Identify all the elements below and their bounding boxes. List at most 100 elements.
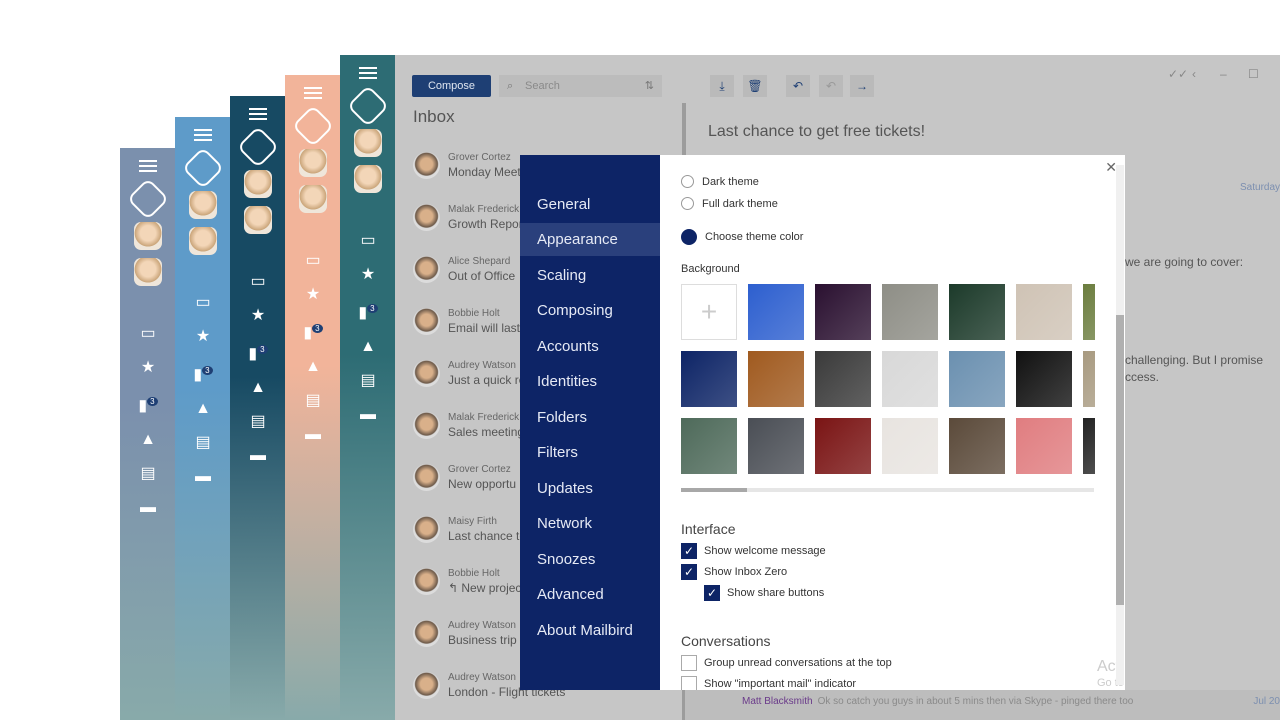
background-tile[interactable] xyxy=(748,284,804,340)
sent-icon[interactable]: ▲ xyxy=(250,380,266,396)
menu-icon[interactable] xyxy=(359,67,377,79)
add-background-button[interactable]: + xyxy=(681,284,737,340)
sent-icon[interactable]: ▲ xyxy=(195,401,211,417)
download-button[interactable]: ⤓ xyxy=(710,75,734,97)
checkbox-option[interactable]: Show "important mail" indicator xyxy=(681,676,856,690)
checkbox[interactable]: ✓ xyxy=(681,564,697,580)
draft-icon[interactable]: ▮ 3 xyxy=(358,301,378,321)
background-tile[interactable] xyxy=(1016,351,1072,407)
radio-full-dark-theme[interactable]: Full dark theme xyxy=(681,197,778,210)
reply-all-button[interactable]: ↶ xyxy=(819,75,843,97)
inbox-icon[interactable]: ▭ xyxy=(250,274,265,290)
folder-icon[interactable]: ▬ xyxy=(250,448,266,464)
maximize-button[interactable]: ☐ xyxy=(1248,67,1259,81)
sort-icon[interactable]: ⇅ xyxy=(645,75,654,97)
archive-icon[interactable]: ▤ xyxy=(305,393,320,409)
background-tile[interactable] xyxy=(748,351,804,407)
draft-icon[interactable]: ▮ 3 xyxy=(193,363,213,383)
conversation-item[interactable]: Matt Blacksmith Ok so catch you guys in a… xyxy=(685,690,1280,720)
radio-choose-theme-color[interactable]: Choose theme color xyxy=(681,229,803,245)
background-tile[interactable] xyxy=(949,351,1005,407)
folder-icon[interactable]: ▬ xyxy=(195,469,211,485)
settings-nav-item[interactable]: Filters xyxy=(520,436,660,469)
background-tile[interactable] xyxy=(1016,418,1072,474)
background-tile[interactable] xyxy=(815,418,871,474)
draft-icon[interactable]: ▮ 3 xyxy=(248,342,268,362)
background-tile[interactable] xyxy=(1083,284,1095,340)
inbox-icon[interactable]: ▭ xyxy=(305,253,320,269)
account-avatar[interactable] xyxy=(189,191,217,219)
unified-accounts-icon[interactable] xyxy=(346,84,390,128)
search-input[interactable]: ⌕ Search ⇅ xyxy=(499,75,662,97)
star-icon[interactable]: ★ xyxy=(251,308,265,324)
account-avatar[interactable] xyxy=(189,227,217,255)
inbox-icon[interactable]: ▭ xyxy=(140,326,155,342)
vertical-scrollbar[interactable] xyxy=(1116,165,1124,685)
star-icon[interactable]: ★ xyxy=(306,287,320,303)
radio-dark-theme[interactable]: Dark theme xyxy=(681,175,759,188)
settings-nav-item[interactable]: Composing xyxy=(520,294,660,327)
account-avatar[interactable] xyxy=(244,170,272,198)
back-icon[interactable]: ‹ xyxy=(1192,67,1196,81)
background-tile[interactable] xyxy=(949,418,1005,474)
archive-icon[interactable]: ▤ xyxy=(195,435,210,451)
settings-nav-item[interactable]: Appearance xyxy=(520,223,660,256)
read-icon[interactable]: ✓✓ xyxy=(1168,67,1188,81)
menu-icon[interactable] xyxy=(304,87,322,99)
settings-nav-item[interactable]: Scaling xyxy=(520,259,660,292)
settings-nav-item[interactable]: Advanced xyxy=(520,578,660,611)
checkbox[interactable] xyxy=(681,655,697,671)
inbox-icon[interactable]: ▭ xyxy=(360,233,375,249)
background-tile[interactable] xyxy=(1083,351,1095,407)
background-tile[interactable] xyxy=(815,351,871,407)
account-avatar[interactable] xyxy=(134,222,162,250)
background-tile[interactable] xyxy=(1016,284,1072,340)
star-icon[interactable]: ★ xyxy=(196,329,210,345)
unified-accounts-icon[interactable] xyxy=(126,177,170,221)
background-tile[interactable] xyxy=(1083,418,1095,474)
checkbox-option[interactable]: ✓ Show share buttons xyxy=(704,585,824,601)
star-icon[interactable]: ★ xyxy=(361,267,375,283)
checkbox-option[interactable]: Group unread conversations at the top xyxy=(681,655,892,671)
background-tile[interactable] xyxy=(882,418,938,474)
sent-icon[interactable]: ▲ xyxy=(360,339,376,355)
account-avatar[interactable] xyxy=(354,165,382,193)
account-avatar[interactable] xyxy=(299,149,327,177)
account-avatar[interactable] xyxy=(244,206,272,234)
compose-button[interactable]: Compose xyxy=(412,75,491,97)
archive-icon[interactable]: ▤ xyxy=(250,414,265,430)
background-tile[interactable] xyxy=(681,418,737,474)
folder-icon[interactable]: ▬ xyxy=(305,427,321,443)
delete-button[interactable]: 🗑 xyxy=(743,75,767,97)
settings-nav-item[interactable]: Snoozes xyxy=(520,543,660,576)
archive-icon[interactable]: ▤ xyxy=(140,466,155,482)
minimize-button[interactable]: – xyxy=(1220,67,1227,81)
background-tile[interactable] xyxy=(882,284,938,340)
account-avatar[interactable] xyxy=(354,129,382,157)
menu-icon[interactable] xyxy=(249,108,267,120)
menu-icon[interactable] xyxy=(194,129,212,141)
menu-icon[interactable] xyxy=(139,160,157,172)
checkbox[interactable] xyxy=(681,676,697,690)
unified-accounts-icon[interactable] xyxy=(291,104,335,148)
sent-icon[interactable]: ▲ xyxy=(305,359,321,375)
unified-accounts-icon[interactable] xyxy=(181,146,225,190)
settings-nav-item[interactable]: Network xyxy=(520,507,660,540)
settings-nav-item[interactable]: Updates xyxy=(520,472,660,505)
checkbox-option[interactable]: ✓ Show welcome message xyxy=(681,543,826,559)
forward-button[interactable]: → xyxy=(850,75,874,97)
archive-icon[interactable]: ▤ xyxy=(360,373,375,389)
settings-nav-item[interactable]: General xyxy=(520,188,660,221)
settings-nav-item[interactable]: Folders xyxy=(520,401,660,434)
inbox-icon[interactable]: ▭ xyxy=(195,295,210,311)
background-tile[interactable] xyxy=(748,418,804,474)
sent-icon[interactable]: ▲ xyxy=(140,432,156,448)
folder-icon[interactable]: ▬ xyxy=(140,500,156,516)
settings-nav-item[interactable]: Accounts xyxy=(520,330,660,363)
background-tile[interactable] xyxy=(815,284,871,340)
star-icon[interactable]: ★ xyxy=(141,360,155,376)
folder-icon[interactable]: ▬ xyxy=(360,407,376,423)
account-avatar[interactable] xyxy=(134,258,162,286)
settings-nav-item[interactable]: Identities xyxy=(520,365,660,398)
reply-button[interactable]: ↶ xyxy=(786,75,810,97)
